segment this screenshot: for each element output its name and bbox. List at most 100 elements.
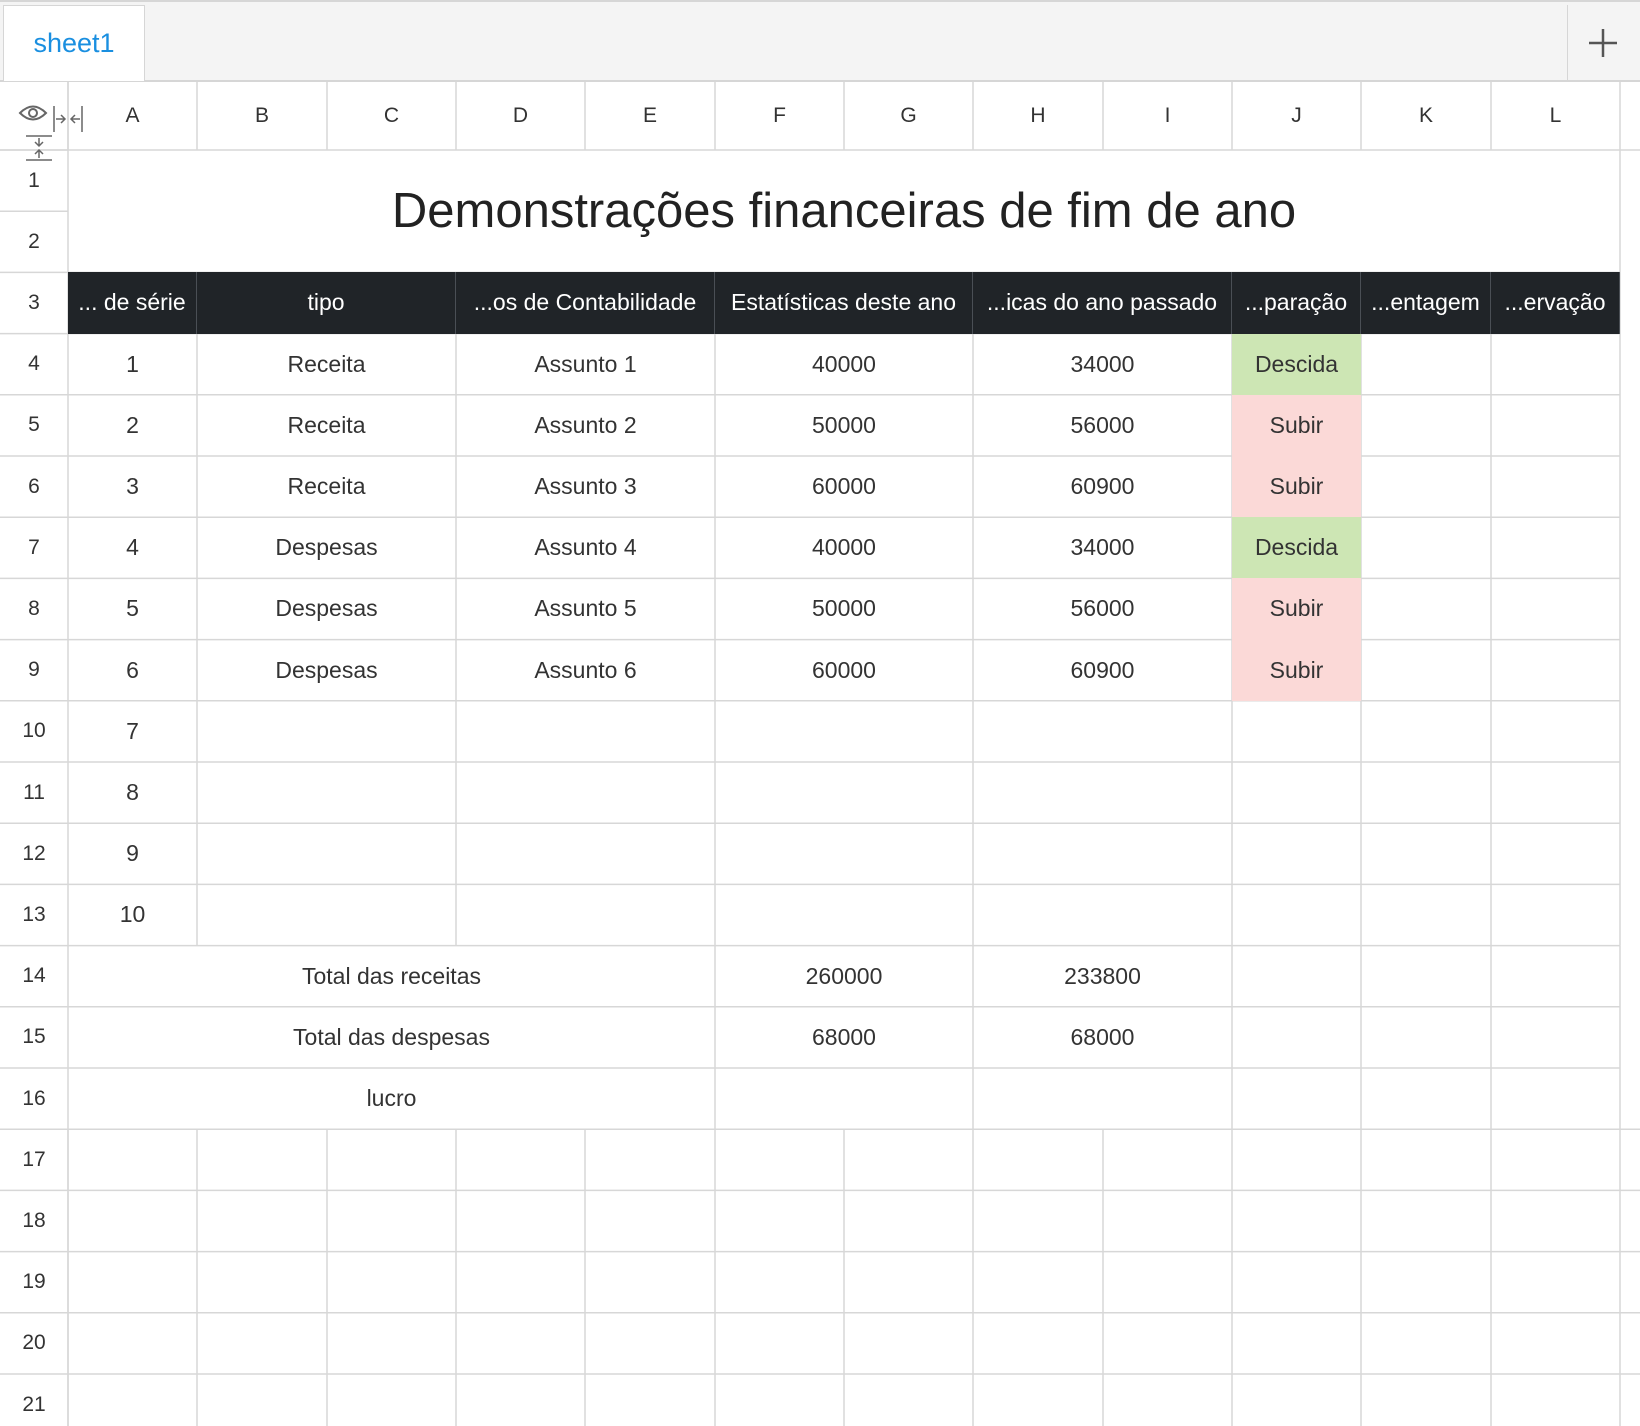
- column-header-a[interactable]: A: [68, 82, 197, 150]
- grid-cell[interactable]: [715, 1374, 844, 1426]
- table-cell-este_ano[interactable]: 40000: [715, 334, 973, 395]
- total-este-ano[interactable]: 68000: [715, 1007, 973, 1068]
- grid-cell[interactable]: [1103, 1129, 1232, 1190]
- table-cell-tipo[interactable]: Receita: [197, 334, 456, 395]
- grid-cell[interactable]: [1361, 1313, 1491, 1374]
- table-cell-tipo[interactable]: Despesas: [197, 578, 456, 639]
- table-cell-serie[interactable]: 4: [68, 517, 197, 578]
- grid-cell[interactable]: [844, 1374, 973, 1426]
- grid-cell[interactable]: [327, 1252, 456, 1313]
- row-header-21[interactable]: 21: [0, 1374, 68, 1426]
- eye-icon[interactable]: [18, 102, 48, 129]
- grid-cell[interactable]: [1361, 1190, 1491, 1251]
- table-cell-este_ano[interactable]: 40000: [715, 517, 973, 578]
- table-header-contabilidade[interactable]: ...os de Contabilidade: [456, 272, 715, 334]
- table-header-comparacao[interactable]: ...paração: [1232, 272, 1361, 334]
- grid-cell[interactable]: [715, 1252, 844, 1313]
- table-cell-ano_passado[interactable]: 56000: [973, 578, 1232, 639]
- grid-cell[interactable]: [456, 1190, 585, 1251]
- grid-cell[interactable]: [197, 1374, 327, 1426]
- total-ano-passado[interactable]: 68000: [973, 1007, 1232, 1068]
- grid-cell[interactable]: [197, 1252, 327, 1313]
- row-header-13[interactable]: 13: [0, 884, 68, 945]
- table-cell-este_ano[interactable]: 50000: [715, 395, 973, 456]
- table-header-tipo[interactable]: tipo: [197, 272, 456, 334]
- table-cell-ano_passado[interactable]: 60900: [973, 640, 1232, 701]
- table-cell-assunto[interactable]: Assunto 5: [456, 578, 715, 639]
- table-cell-serie[interactable]: 1: [68, 334, 197, 395]
- table-cell-percentagem[interactable]: [1361, 334, 1491, 395]
- column-header-h[interactable]: H: [973, 82, 1103, 150]
- row-header-8[interactable]: 8: [0, 578, 68, 639]
- table-header-serie[interactable]: ... de série: [68, 272, 197, 334]
- row-header-15[interactable]: 15: [0, 1007, 68, 1068]
- table-cell-assunto[interactable]: Assunto 4: [456, 517, 715, 578]
- row-header-3[interactable]: 3: [0, 272, 68, 333]
- grid-cell[interactable]: [715, 1129, 844, 1190]
- row-header-14[interactable]: 14: [0, 946, 68, 1007]
- table-cell-assunto[interactable]: Assunto 3: [456, 456, 715, 517]
- grid-cell[interactable]: [1361, 1129, 1491, 1190]
- grid-cell[interactable]: [1491, 1313, 1620, 1374]
- grid-cell[interactable]: [585, 1190, 715, 1251]
- total-label[interactable]: Total das despesas: [68, 1007, 715, 1068]
- table-cell-observacao[interactable]: [1491, 578, 1620, 639]
- table-cell-percentagem[interactable]: [1361, 395, 1491, 456]
- grid-cell[interactable]: [973, 1190, 1103, 1251]
- grid-cell[interactable]: [585, 1374, 715, 1426]
- grid-cell[interactable]: [1103, 1190, 1232, 1251]
- grid-cell[interactable]: [844, 1190, 973, 1251]
- table-cell-tipo[interactable]: Despesas: [197, 640, 456, 701]
- row-header-9[interactable]: 9: [0, 640, 68, 701]
- grid-cell[interactable]: [844, 1313, 973, 1374]
- grid-cell[interactable]: [456, 1313, 585, 1374]
- column-header-j[interactable]: J: [1232, 82, 1361, 150]
- grid-cell[interactable]: [197, 1129, 327, 1190]
- column-header-i[interactable]: I: [1103, 82, 1232, 150]
- grid-cell[interactable]: [327, 1129, 456, 1190]
- table-cell-tipo[interactable]: Receita: [197, 456, 456, 517]
- grid-cell[interactable]: [585, 1313, 715, 1374]
- row-header-19[interactable]: 19: [0, 1252, 68, 1313]
- row-header-11[interactable]: 11: [0, 762, 68, 823]
- grid-cell[interactable]: [327, 1313, 456, 1374]
- table-cell-serie[interactable]: 7: [68, 701, 197, 762]
- grid-cell[interactable]: [197, 1313, 327, 1374]
- grid-cell[interactable]: [973, 1374, 1103, 1426]
- row-header-10[interactable]: 10: [0, 701, 68, 762]
- table-cell-percentagem[interactable]: [1361, 517, 1491, 578]
- column-header-d[interactable]: D: [456, 82, 585, 150]
- table-cell-comparacao[interactable]: Subir: [1232, 578, 1361, 640]
- column-header-b[interactable]: B: [197, 82, 327, 150]
- table-cell-comparacao[interactable]: Descida: [1232, 333, 1361, 395]
- table-cell-serie[interactable]: 10: [68, 884, 197, 945]
- grid-cell[interactable]: [1232, 1374, 1361, 1426]
- grid-cell[interactable]: [68, 1252, 197, 1313]
- grid-cell[interactable]: [1103, 1313, 1232, 1374]
- table-cell-tipo[interactable]: Receita: [197, 395, 456, 456]
- grid-cell[interactable]: [1361, 1252, 1491, 1313]
- grid-cell[interactable]: [1491, 1129, 1620, 1190]
- table-cell-ano_passado[interactable]: 56000: [973, 395, 1232, 456]
- grid-cell[interactable]: [1232, 1190, 1361, 1251]
- grid-cell[interactable]: [585, 1252, 715, 1313]
- tab-sheet1[interactable]: sheet1: [3, 5, 145, 81]
- table-header-este_ano[interactable]: Estatísticas deste ano: [715, 272, 973, 334]
- grid-cell[interactable]: [456, 1129, 585, 1190]
- table-cell-comparacao[interactable]: Subir: [1232, 394, 1361, 456]
- table-cell-serie[interactable]: 2: [68, 395, 197, 456]
- total-este-ano[interactable]: [715, 1068, 973, 1129]
- grid-cell[interactable]: [197, 1190, 327, 1251]
- total-ano-passado[interactable]: 233800: [973, 946, 1232, 1007]
- row-header-17[interactable]: 17: [0, 1129, 68, 1190]
- table-cell-serie[interactable]: 3: [68, 456, 197, 517]
- table-cell-percentagem[interactable]: [1361, 640, 1491, 701]
- grid-cell[interactable]: [68, 1129, 197, 1190]
- table-cell-observacao[interactable]: [1491, 456, 1620, 517]
- table-cell-observacao[interactable]: [1491, 334, 1620, 395]
- row-header-6[interactable]: 6: [0, 456, 68, 517]
- grid-cell[interactable]: [68, 1190, 197, 1251]
- column-header-g[interactable]: G: [844, 82, 973, 150]
- grid-cell[interactable]: [327, 1190, 456, 1251]
- table-cell-observacao[interactable]: [1491, 640, 1620, 701]
